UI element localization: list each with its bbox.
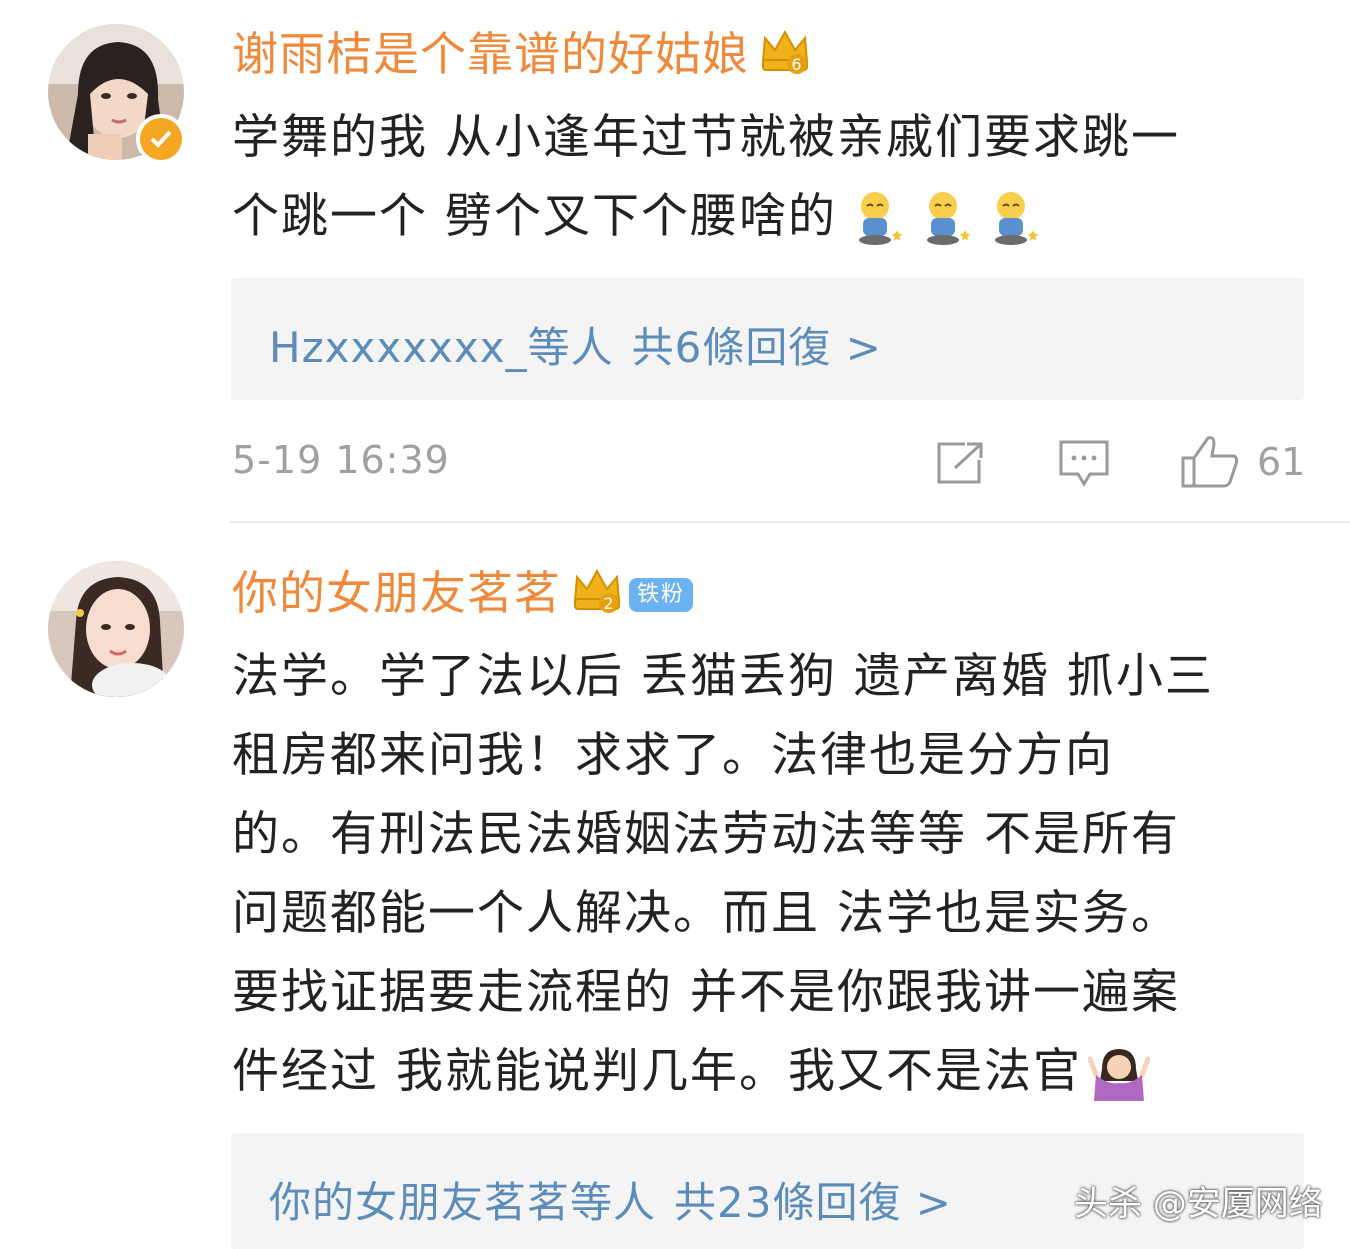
reply-summary-box[interactable]: Hzxxxxxxx_等人 共6條回復 > [231, 278, 1304, 400]
comment-button[interactable] [1058, 438, 1110, 494]
crown-level: 6 [791, 55, 802, 74]
reply-users[interactable]: 你的女朋友茗茗等人 [269, 1178, 656, 1227]
fan-badge: 铁粉 [629, 578, 694, 612]
username-text[interactable]: 谢雨桔是个靠谱的好姑娘 [232, 27, 749, 81]
comment-line: 法学。学了法以后 丢猫丢狗 遗产离婚 抓小三 [232, 649, 1214, 704]
comment-2: 你的女朋友茗茗 2 铁粉 法学。学了法以后 丢猫丢狗 遗产离婚 抓小三 租房都来… [0, 525, 1350, 1249]
reply-count[interactable]: 共23條回復 > [674, 1178, 952, 1227]
shrug-woman-emoji-icon [1087, 1045, 1151, 1125]
doge-sitting-emoji-icon [991, 190, 1041, 270]
watermark: 头杀 @安厦网络 [1074, 1184, 1323, 1224]
username-text[interactable]: 你的女朋友茗茗 [232, 566, 561, 620]
avatar[interactable] [48, 561, 184, 697]
reply-summary-link[interactable]: 你的女朋友茗茗等人 共23條回復 > [269, 1169, 952, 1230]
share-button[interactable] [935, 440, 987, 490]
like-button[interactable] [1180, 434, 1240, 492]
reply-summary-link[interactable]: Hzxxxxxxx_等人 共6條回復 > [269, 314, 882, 375]
comment-icon [1059, 440, 1109, 487]
comment-line: 件经过 我就能说判几年。我又不是法官 [232, 1044, 1082, 1099]
like-count: 61 [1257, 440, 1306, 484]
comment-line: 的。有刑法民法婚姻法劳动法等等 不是所有 [232, 807, 1180, 862]
thumbs-up-icon [1181, 436, 1239, 488]
divider [230, 521, 1350, 523]
crown-level-icon: 2 [571, 565, 623, 629]
verified-badge-icon [136, 114, 186, 164]
share-icon [937, 442, 983, 484]
comment-line-with-emoji: 个跳一个 劈个叉下个腰啥的 [232, 177, 1317, 270]
comment-line-with-emoji: 件经过 我就能说判几年。我又不是法官 [232, 1032, 1317, 1125]
reply-count[interactable]: 共6條回復 > [632, 323, 882, 372]
comment-line: 要找证据要走流程的 并不是你跟我讲一遍案 [232, 965, 1180, 1020]
doge-sitting-emoji-icon [855, 190, 905, 270]
comment-line: 问题都能一个人解决。而且 法学也是实务。 [232, 886, 1180, 941]
timestamp: 5-19 16:39 [232, 438, 450, 482]
crown-level-icon: 6 [759, 26, 811, 90]
comment-text: 法学。学了法以后 丢猫丢狗 遗产离婚 抓小三 租房都来问我！求求了。法律也是分方… [232, 637, 1317, 1125]
comment-line: 学舞的我 从小逢年过节就被亲戚们要求跳一 [232, 110, 1180, 165]
reply-users[interactable]: Hzxxxxxxx_等人 [269, 323, 614, 372]
comment-line: 租房都来问我！求求了。法律也是分方向 [232, 728, 1114, 783]
comment-1: 谢雨桔是个靠谱的好姑娘 6 学舞的我 从小逢年过节就被亲戚们要求跳一 个跳一个 … [0, 0, 1350, 525]
doge-sitting-emoji-icon [923, 190, 973, 270]
comment-text: 学舞的我 从小逢年过节就被亲戚们要求跳一 个跳一个 劈个叉下个腰啥的 [232, 98, 1317, 270]
crown-level: 2 [603, 594, 614, 613]
comment-line: 个跳一个 劈个叉下个腰啥的 [232, 189, 837, 244]
username[interactable]: 谢雨桔是个靠谱的好姑娘 6 [232, 24, 811, 90]
username[interactable]: 你的女朋友茗茗 2 铁粉 [232, 563, 694, 629]
